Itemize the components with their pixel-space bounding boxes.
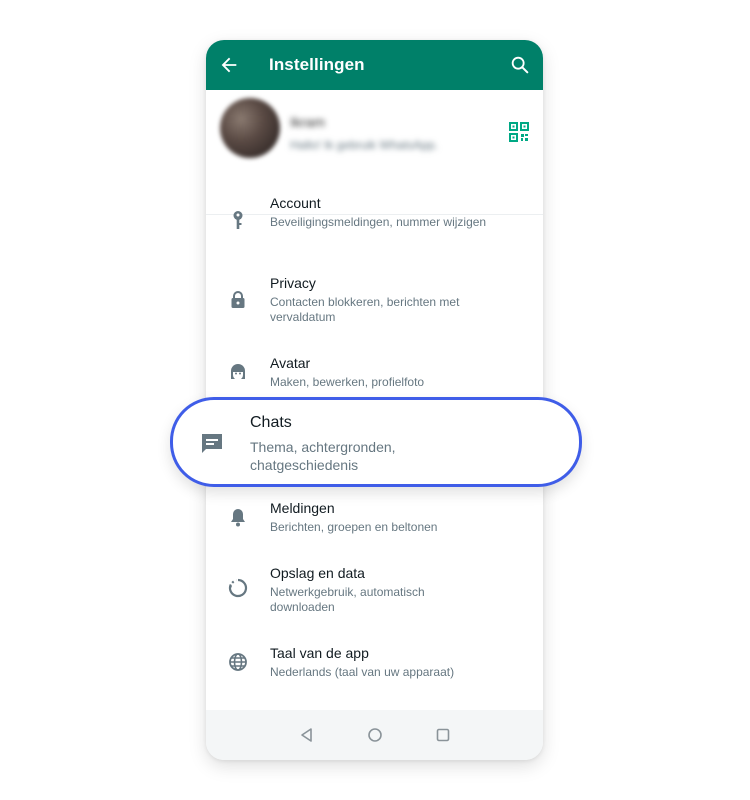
bell-icon — [228, 507, 248, 527]
nav-recents-icon[interactable] — [435, 727, 451, 743]
settings-item-subtitle: Nederlands (taal van uw apparaat) — [270, 665, 455, 679]
chat-icon — [200, 432, 224, 454]
settings-item-subtitle: Beveiligingsmeldingen, nummer wijzigen — [270, 215, 487, 229]
settings-item-subtitle: Thema, achtergronden, chatgeschiedenis — [250, 439, 396, 473]
avatar-icon — [228, 362, 248, 382]
settings-item-subtitle: Contacten blokkeren, berichten met verva… — [270, 295, 460, 324]
globe-icon — [228, 652, 248, 672]
settings-item-taal[interactable]: Taal van de app Nederlands (taal van uw … — [206, 640, 543, 690]
settings-item-title: Meldingen — [270, 500, 335, 516]
lock-icon — [228, 290, 248, 310]
arrow-left-icon[interactable] — [218, 54, 240, 76]
settings-item-title: Opslag en data — [270, 565, 365, 581]
avatar[interactable] — [220, 98, 280, 158]
settings-item-title: Taal van de app — [270, 645, 369, 661]
settings-item-title: Chats — [250, 414, 292, 431]
settings-item-opslag[interactable]: Opslag en data Netwerkgebruik, automatis… — [206, 560, 543, 630]
nav-back-icon[interactable] — [299, 727, 315, 743]
profile-name: Ikram — [290, 114, 325, 130]
page-title: Instellingen — [269, 55, 365, 74]
profile-status: Hallo! Ik gebruik WhatsApp. — [290, 138, 439, 152]
settings-item-title: Account — [270, 195, 321, 211]
settings-item-subtitle: Maken, bewerken, profielfoto — [270, 375, 425, 389]
settings-item-subtitle: Netwerkgebruik, automatisch downloaden — [270, 585, 425, 614]
nav-home-icon[interactable] — [367, 727, 383, 743]
settings-item-title: Privacy — [270, 275, 316, 291]
settings-item-privacy[interactable]: Privacy Contacten blokkeren, berichten m… — [206, 270, 543, 340]
app-bar: Instellingen — [206, 40, 543, 90]
qr-code-icon[interactable] — [509, 122, 529, 142]
key-icon — [228, 210, 248, 230]
settings-item-meldingen[interactable]: Meldingen Berichten, groepen en beltonen — [206, 495, 543, 545]
system-nav-bar — [206, 710, 543, 760]
search-icon[interactable] — [509, 54, 531, 76]
settings-item-title: Avatar — [270, 355, 311, 371]
settings-item-chats[interactable]: Chats Thema, achtergronden, chatgeschied… — [170, 397, 582, 487]
storage-icon — [228, 578, 248, 598]
settings-item-subtitle: Berichten, groepen en beltonen — [270, 520, 438, 534]
settings-item-account[interactable]: Account Beveiligingsmeldingen, nummer wi… — [206, 190, 543, 260]
